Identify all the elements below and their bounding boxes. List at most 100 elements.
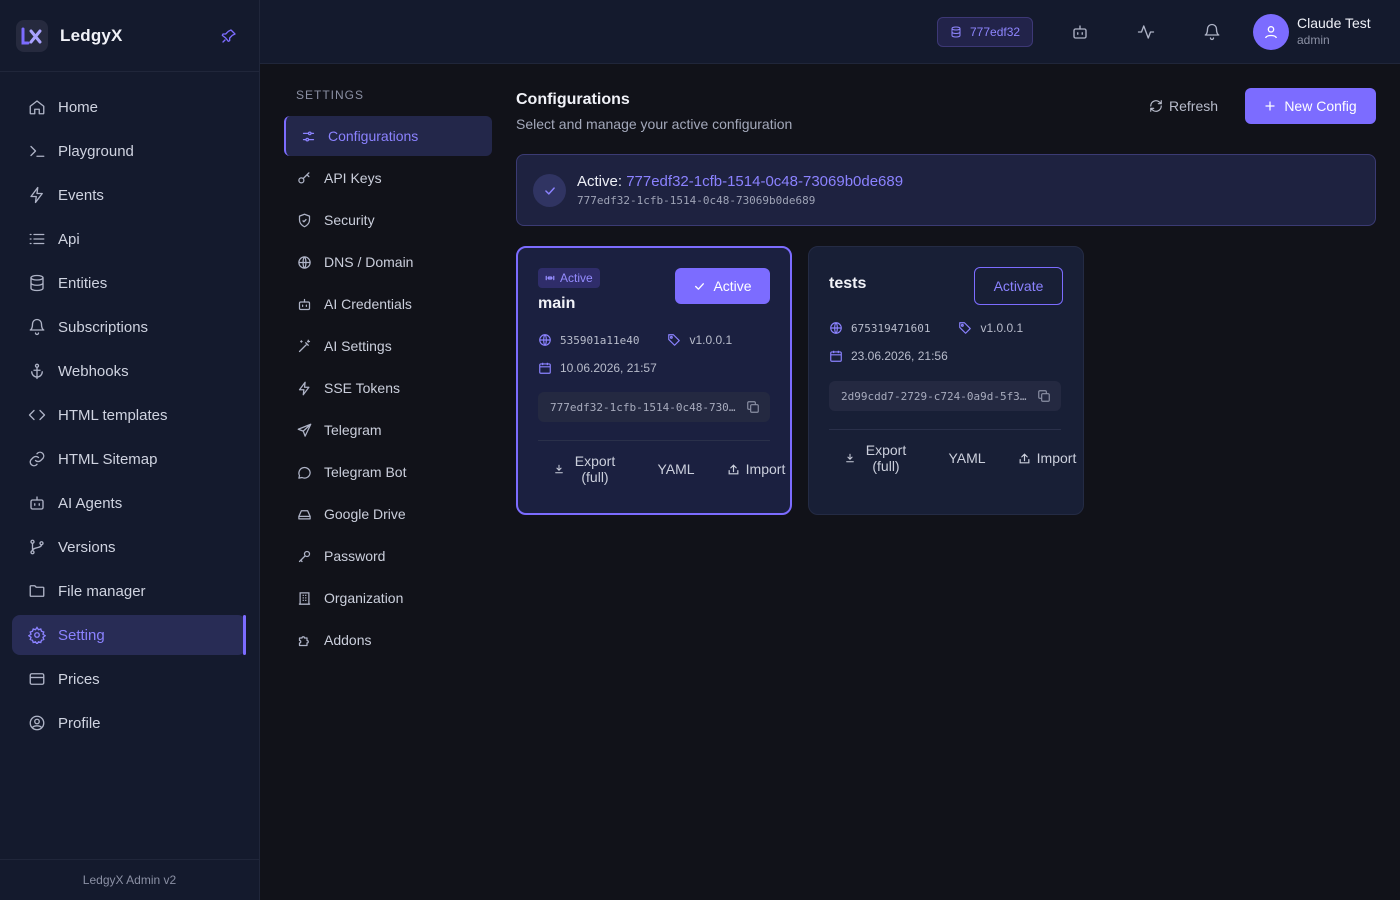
ledgyx-logo-icon[interactable] — [16, 19, 48, 52]
settings-item-organization[interactable]: Organization — [284, 578, 492, 618]
settings-item-ai-settings[interactable]: AI Settings — [284, 326, 492, 366]
nav-label: Versions — [58, 538, 116, 556]
config-date-row: 23.06.2026, 21:56 — [829, 349, 948, 363]
active-config-full-id: 777edf32-1cfb-1514-0c48-73069b0de689 — [577, 194, 816, 207]
nav-label: Entities — [58, 274, 108, 292]
globe-icon — [538, 333, 552, 347]
nav-item-setting[interactable]: Setting — [12, 615, 246, 655]
import-button[interactable]: Import — [716, 461, 796, 477]
config-card-tests[interactable]: tests Activate 675319471601 v1.0.0.1 23.… — [808, 246, 1084, 515]
settings-item-configurations[interactable]: Configurations — [284, 116, 492, 156]
settings-item-ai-credentials[interactable]: AI Credentials — [284, 284, 492, 324]
user-circle-icon — [28, 714, 46, 732]
shield-icon — [296, 212, 312, 228]
brand: LedgyX — [0, 0, 259, 72]
config-name: tests — [829, 275, 867, 292]
page-subtitle: Select and manage your active configurat… — [516, 116, 793, 132]
settings-item-dns-domain[interactable]: DNS / Domain — [284, 242, 492, 282]
pin-icon[interactable] — [215, 22, 243, 50]
nav-item-home[interactable]: Home — [12, 87, 246, 127]
nav-label: Setting — [58, 626, 105, 644]
import-label: Import — [745, 461, 786, 477]
nav-item-html-sitemap[interactable]: HTML Sitemap — [12, 439, 246, 479]
settings-item-telegram-bot[interactable]: Telegram Bot — [284, 452, 492, 492]
robot-icon[interactable] — [1068, 20, 1092, 44]
nav-item-api[interactable]: Api — [12, 219, 246, 259]
nav-label: File manager — [58, 582, 146, 600]
building-icon — [296, 590, 312, 606]
key-icon — [296, 548, 312, 564]
nav-item-profile[interactable]: Profile — [12, 703, 246, 743]
robot-icon — [296, 296, 312, 312]
nav-item-events[interactable]: Events — [12, 175, 246, 215]
list-icon — [28, 230, 46, 248]
nav-label: Events — [58, 186, 104, 204]
yaml-label: YAML — [948, 450, 986, 466]
card-divider — [829, 429, 1061, 430]
activate-button[interactable]: Activate — [974, 267, 1063, 305]
settings-item-label: API Keys — [324, 170, 382, 186]
nav-label: Subscriptions — [58, 318, 149, 336]
settings-item-password[interactable]: Password — [284, 536, 492, 576]
activity-icon[interactable] — [1134, 20, 1158, 44]
settings-item-api-keys[interactable]: API Keys — [284, 158, 492, 198]
active-config-title: Active: 777edf32-1cfb-1514-0c48-73069b0d… — [577, 173, 903, 190]
yaml-button[interactable]: YAML — [927, 450, 1007, 466]
download-icon — [554, 464, 564, 474]
nav-label: AI Agents — [58, 494, 123, 512]
refresh-icon — [1149, 99, 1163, 113]
plus-icon — [1264, 100, 1276, 112]
export-full-button[interactable]: Export (full) — [538, 453, 636, 485]
config-hash: 675319471601 — [851, 321, 931, 335]
settings-item-label: Google Drive — [324, 506, 406, 522]
nav-item-prices[interactable]: Prices — [12, 659, 246, 699]
nav-item-html-templates[interactable]: HTML templates — [12, 395, 246, 435]
nav-label: HTML templates — [58, 406, 168, 424]
settings-item-telegram[interactable]: Telegram — [284, 410, 492, 450]
active-prefix: Active: — [577, 173, 623, 190]
nav-item-subscriptions[interactable]: Subscriptions — [12, 307, 246, 347]
config-date: 10.06.2026, 21:57 — [560, 361, 657, 375]
export-full-button[interactable]: Export (full) — [829, 442, 927, 474]
settings-item-addons[interactable]: Addons — [284, 620, 492, 660]
config-card-main[interactable]: Active main Active 535901a11e40 v1.0.0.1… — [516, 246, 792, 515]
avatar[interactable] — [1253, 14, 1289, 50]
config-chip[interactable]: 777edf32 — [937, 17, 1034, 47]
config-chip-label: 777edf32 — [970, 25, 1021, 39]
card-divider — [538, 440, 770, 441]
settings-item-google-drive[interactable]: Google Drive — [284, 494, 492, 534]
config-date-row: 10.06.2026, 21:57 — [538, 361, 657, 375]
nav-item-webhooks[interactable]: Webhooks — [12, 351, 246, 391]
nav-item-versions[interactable]: Versions — [12, 527, 246, 567]
nav-item-playground[interactable]: Playground — [12, 131, 246, 171]
settings-item-sse-tokens[interactable]: SSE Tokens — [284, 368, 492, 408]
copy-icon[interactable] — [1037, 389, 1051, 403]
nav-item-entities[interactable]: Entities — [12, 263, 246, 303]
credit-card-icon — [28, 670, 46, 688]
yaml-button[interactable]: YAML — [636, 461, 716, 477]
user-name[interactable]: Claude Test — [1297, 15, 1371, 31]
bell-icon — [28, 318, 46, 336]
config-uuid: 777edf32-1cfb-1514-0c48-73069b0de689 — [550, 400, 738, 414]
bell-icon[interactable] — [1200, 20, 1224, 44]
nav-item-file-manager[interactable]: File manager — [12, 571, 246, 611]
copy-icon[interactable] — [746, 400, 760, 414]
chat-bubble-icon — [296, 464, 312, 480]
settings-item-security[interactable]: Security — [284, 200, 492, 240]
globe-icon — [296, 254, 312, 270]
globe-icon — [829, 321, 843, 335]
drive-icon — [296, 506, 312, 522]
export-label: Export (full) — [574, 453, 616, 485]
lightning-icon — [28, 186, 46, 204]
import-button[interactable]: Import — [1007, 450, 1087, 466]
active-button[interactable]: Active — [675, 268, 770, 304]
refresh-button[interactable]: Refresh — [1141, 88, 1226, 124]
upload-icon — [727, 463, 740, 476]
settings-item-label: SSE Tokens — [324, 380, 401, 396]
check-circle-icon — [533, 174, 566, 207]
new-config-button[interactable]: New Config — [1245, 88, 1376, 124]
nav-item-ai-agents[interactable]: AI Agents — [12, 483, 246, 523]
tag-icon — [667, 333, 681, 347]
settings-item-label: Telegram Bot — [324, 464, 407, 480]
robot-icon — [28, 494, 46, 512]
